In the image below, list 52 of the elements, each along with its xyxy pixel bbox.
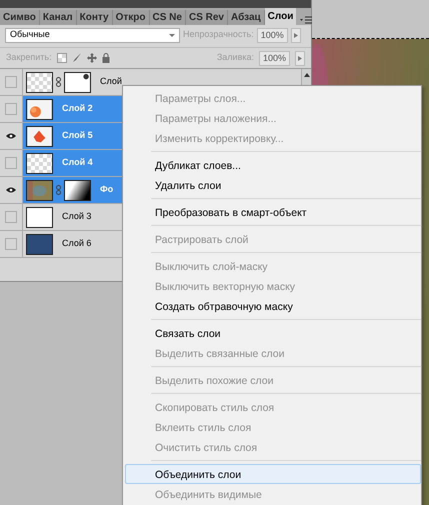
layer-name: Слой 3 <box>62 210 92 224</box>
visibility-toggle[interactable] <box>0 177 23 203</box>
visibility-toggle[interactable] <box>0 96 23 122</box>
layer-thumbnail <box>26 180 53 200</box>
layer-name: Слой <box>100 75 122 88</box>
eye-icon <box>6 187 16 193</box>
layer-thumbnail <box>26 126 53 146</box>
panel-tab[interactable]: Канал <box>40 10 77 25</box>
menu-item[interactable]: Дубликат слоев... <box>125 155 421 175</box>
opacity-stepper-button[interactable] <box>290 28 301 42</box>
fill-label: Заливка: <box>216 51 254 64</box>
menu-item[interactable]: Преобразовать в смарт-объект <box>125 202 421 222</box>
move-icon[interactable] <box>86 53 97 63</box>
menu-item[interactable]: Объединить слои <box>125 464 421 484</box>
chain-link-icon <box>56 185 61 195</box>
panel-tab[interactable]: Откро <box>112 10 150 25</box>
layer-name: Слой 5 <box>62 129 93 142</box>
blend-mode-dropdown[interactable]: Обычные <box>5 28 180 42</box>
layer-thumbnail <box>26 72 53 92</box>
layer-thumbnail <box>26 206 53 228</box>
layer-mask-thumbnail <box>64 72 91 92</box>
layer-thumbnail <box>26 152 53 174</box>
layer-name: Фо <box>100 183 114 196</box>
panel-tab[interactable]: Конту <box>76 10 113 25</box>
panel-tab[interactable]: CS Rev <box>186 10 228 25</box>
right-triangle-icon <box>294 32 298 38</box>
eye-icon <box>6 133 16 139</box>
layer-thumbnail <box>26 234 53 254</box>
layer-thumbnail <box>26 98 53 120</box>
menu-item[interactable]: Создать обтравочную маску <box>125 296 421 316</box>
panel-tab[interactable]: Слои <box>264 8 296 25</box>
panel-tab[interactable]: Симво <box>0 10 40 25</box>
layer-name: Слой 6 <box>62 237 92 250</box>
chain-link-icon <box>56 77 61 87</box>
layer-name: Слой 2 <box>62 102 93 116</box>
layer-mask-thumbnail <box>64 180 91 200</box>
visibility-toggle[interactable] <box>0 150 23 176</box>
brush-icon[interactable] <box>72 53 82 63</box>
lock-label: Закрепить: <box>6 51 52 64</box>
menu-item[interactable]: Удалить слои <box>125 175 421 195</box>
lock-transparency-icon[interactable] <box>56 53 67 63</box>
fill-stepper-button[interactable] <box>295 50 305 66</box>
menu-item[interactable]: Связать слои <box>125 323 421 343</box>
dropdown-caret-icon <box>169 34 175 36</box>
layer-name: Слой 4 <box>62 156 93 170</box>
scroll-up-icon[interactable] <box>304 73 310 77</box>
visibility-toggle[interactable] <box>0 123 23 149</box>
opacity-label: Непрозрачность: <box>183 28 254 42</box>
right-triangle-icon <box>298 56 302 60</box>
panel-tab[interactable]: Абзац <box>228 10 265 25</box>
panel-tab[interactable]: CS Ne <box>150 10 186 25</box>
lock-icon[interactable] <box>102 53 110 63</box>
